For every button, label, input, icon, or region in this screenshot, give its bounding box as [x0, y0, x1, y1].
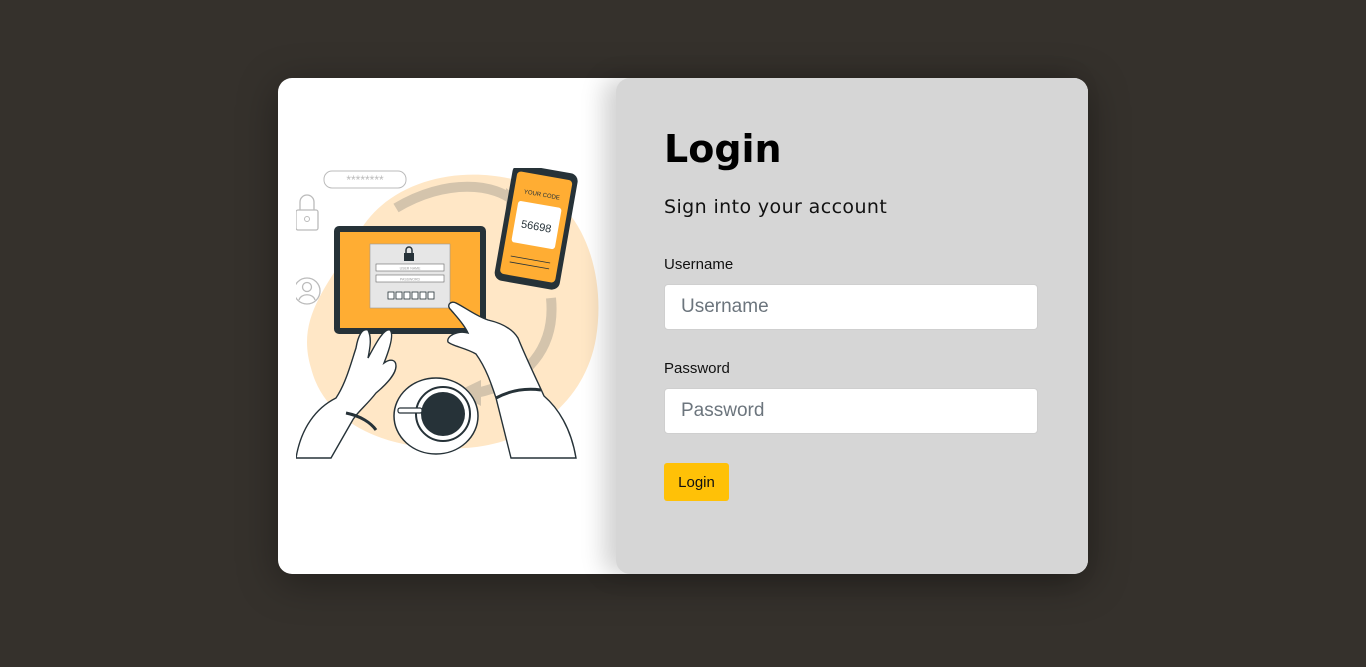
- password-label: Password: [664, 360, 730, 377]
- lock-outline-icon: [296, 194, 319, 231]
- page-subtitle: Sign into your account: [664, 196, 888, 218]
- username-label: Username: [664, 256, 734, 273]
- login-illustration: ******** USER NAME PASSWORD YOUR CODE 56…: [278, 78, 616, 574]
- login-card: ******** USER NAME PASSWORD YOUR CODE 56…: [278, 78, 1088, 574]
- tablet-username-label: USER NAME: [400, 267, 421, 271]
- login-button[interactable]: Login: [664, 463, 729, 501]
- page-title: Login: [664, 127, 782, 171]
- login-form-panel: Login Sign into your account Username Pa…: [616, 78, 1088, 574]
- username-input[interactable]: [664, 284, 1038, 330]
- two-factor-illustration: ******** USER NAME PASSWORD YOUR CODE 56…: [296, 168, 599, 459]
- tablet-password-label: PASSWORD: [400, 278, 421, 282]
- password-mask-text: ********: [346, 173, 384, 187]
- password-input[interactable]: [664, 388, 1038, 434]
- user-outline-icon: [296, 277, 321, 305]
- coffee-cup: [393, 377, 479, 455]
